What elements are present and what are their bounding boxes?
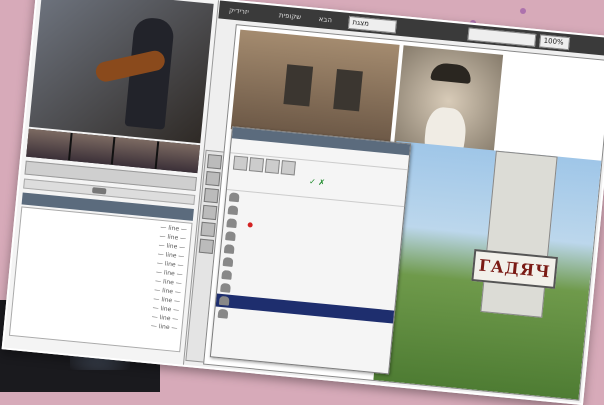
mic-icon[interactable] [264,158,281,174]
background-dot [520,8,526,14]
slide-select[interactable]: מצגת [347,15,397,34]
participant-thumb[interactable] [26,128,71,161]
avatar-icon [223,244,235,254]
avatar-icon [226,218,238,229]
status-dot-icon [247,222,253,228]
tab[interactable]: יזרידיק [228,1,250,21]
eraser-tool-icon[interactable] [200,221,216,238]
participant-thumb[interactable] [156,141,201,174]
memorial-wall-photo [230,29,400,145]
participant-thumb[interactable] [112,137,157,169]
plaque [283,64,314,107]
main-video[interactable] [29,0,214,144]
hand-icon[interactable] [232,155,249,171]
participants-panel[interactable]: ✓ ✗ [209,126,412,375]
pointer-tool-icon[interactable] [206,154,223,170]
chat-log[interactable]: — line — — line — — line — — line — — li… [8,206,193,353]
plaque [333,69,363,112]
avatar-icon [218,295,230,306]
line-tool-icon[interactable] [198,238,215,254]
pen-tool-icon[interactable] [205,170,221,187]
presentation-select[interactable] [467,27,537,47]
text-tool-icon[interactable] [203,187,219,204]
zoom-select[interactable]: 100% [539,34,571,51]
virtual-classroom-window: — line — — line — — line — — line — — li… [1,0,604,405]
avatar-icon [220,282,231,293]
avatar-icon [228,192,240,203]
tab[interactable]: שקופית [278,6,302,26]
avatar-icon [217,308,229,319]
tab[interactable]: הבא [318,10,333,29]
avatar-icon [225,231,236,242]
emoticon-icon[interactable] [248,157,265,173]
participant-thumb[interactable] [69,132,114,165]
away-icon[interactable] [280,160,296,176]
avatar-icon [222,257,234,267]
avatar-icon [221,269,233,280]
avatar-icon [227,205,239,216]
slider-knob[interactable] [91,187,107,195]
cap [430,62,472,84]
shape-tool-icon[interactable] [202,204,218,221]
left-panel: — line — — line — — line — — line — — li… [3,0,220,365]
